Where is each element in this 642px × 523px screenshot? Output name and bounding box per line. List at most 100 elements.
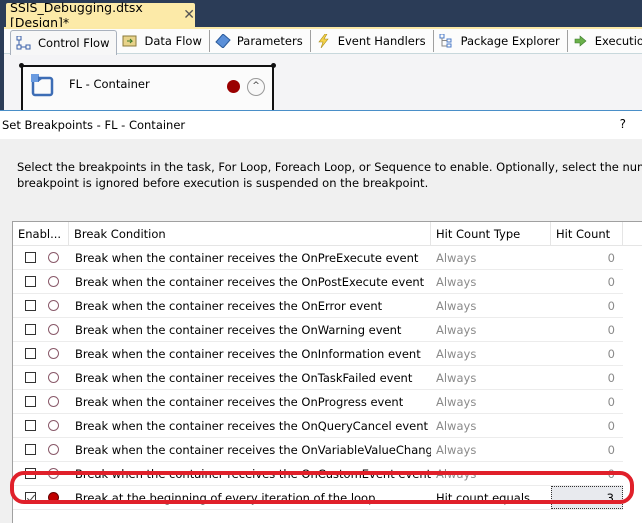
breakpoint-row[interactable]: Break when the container receives the On… [13,390,623,414]
hit-count-type-cell[interactable]: Always [431,462,551,485]
description-line: Select the breakpoints in the task, For … [17,160,642,174]
breakpoint-row[interactable]: Break when the container receives the On… [13,246,623,270]
tab-package-explorer[interactable]: Package Explorer [434,30,568,52]
break-condition-cell: Break when the container receives the On… [75,250,419,265]
hit-count-type-cell[interactable]: Always [431,294,551,317]
breakpoint-row[interactable]: Break when the container receives the On… [13,462,623,486]
column-header-break-condition[interactable]: Break Condition [69,222,431,245]
hit-count-cell[interactable]: 3 [551,486,623,509]
hit-count-type-cell[interactable]: Always [431,414,551,437]
hit-count-type-cell[interactable]: Always [431,270,551,293]
enabled-cell [13,366,69,389]
container-label: FL - Container [69,77,150,91]
enable-checkbox[interactable] [25,276,36,287]
break-condition-cell: Break when the container receives the On… [75,370,413,385]
tab-label: Data Flow [144,34,202,48]
column-header-enabled[interactable]: Enabl... [13,222,69,245]
hit-count-type-cell[interactable]: Always [431,246,551,269]
enable-checkbox[interactable] [25,348,36,359]
enabled-cell [13,270,69,293]
help-button[interactable]: ? [620,117,626,131]
document-tab-title: SSIS_Debugging.dtsx [Design]* [10,0,143,30]
tab-execution-results[interactable]: Execution Results [568,30,642,52]
hit-count-cell[interactable]: 0 [551,246,623,269]
break-condition-cell: Break when the container receives the On… [75,346,421,361]
break-condition-cell: Break when the container receives the On… [75,322,402,337]
break-condition-cell: Break when the container receives the On… [75,442,431,457]
breakpoint-row[interactable]: Break when the container receives the On… [13,342,623,366]
breakpoint-row[interactable]: Break when the container receives the On… [13,270,623,294]
enable-checkbox[interactable] [25,252,36,263]
collapse-icon[interactable]: ^ [247,78,265,96]
breakpoint-icon [48,324,59,335]
breakpoint-row[interactable]: Break when the container receives the On… [13,294,623,318]
tab-parameters[interactable]: Parameters [210,30,311,52]
grid-header: Enabl... Break Condition Hit Count Type … [13,222,642,246]
enabled-cell [13,318,69,341]
breakpoint-row[interactable]: Break when the container receives the On… [13,318,623,342]
hit-count-cell[interactable]: 0 [551,318,623,341]
design-surface: Control Flow Data Flow Parameters Event … [4,27,642,117]
hit-count-type-cell[interactable]: Always [431,390,551,413]
enabled-cell [13,246,69,269]
hit-count-cell[interactable]: 0 [551,438,623,461]
hit-count-cell[interactable]: 0 [551,270,623,293]
break-condition-cell: Break when the container receives the On… [75,466,431,481]
breakpoint-row[interactable]: Break when the container receives the On… [13,438,623,462]
hit-count-cell[interactable]: 0 [551,294,623,317]
hit-count-cell[interactable]: 0 [551,414,623,437]
breakpoint-icon [48,252,59,263]
enable-checkbox[interactable] [25,468,36,479]
tab-label: Package Explorer [460,34,560,48]
hit-count-type-cell[interactable]: Always [431,366,551,389]
hit-count-type-cell[interactable]: Hit count equals [431,486,551,509]
tab-label: Event Handlers [337,34,426,48]
package-explorer-icon [439,33,455,48]
document-tab[interactable]: SSIS_Debugging.dtsx [Design]* ✕ [6,0,195,30]
tab-event-handlers[interactable]: Event Handlers [311,30,434,52]
hit-count-cell[interactable]: 0 [551,462,623,485]
break-condition-cell: Break when the container receives the On… [75,418,429,433]
hit-count-cell[interactable]: 0 [551,390,623,413]
hit-count-cell[interactable]: 0 [551,342,623,365]
control-flow-icon [16,35,32,50]
breakpoint-row[interactable]: Break when the container receives the On… [13,366,623,390]
close-icon[interactable]: ✕ [183,7,195,23]
tab-control-flow[interactable]: Control Flow [10,29,118,55]
set-breakpoints-dialog: Set Breakpoints - FL - Container ? Selec… [0,110,642,523]
description-line: breakpoint is ignored before execution i… [17,176,429,190]
breakpoint-indicator-icon [227,80,240,93]
resize-handle[interactable] [271,63,276,68]
enable-checkbox[interactable] [25,492,36,503]
event-handlers-icon [316,33,332,49]
hit-count-type-cell[interactable]: Always [431,342,551,365]
hit-count-type-cell[interactable]: Always [431,438,551,461]
enabled-cell [13,462,69,485]
dialog-title-bar: Set Breakpoints - FL - Container ? [0,111,642,139]
enable-checkbox[interactable] [25,444,36,455]
column-header-hit-count-type[interactable]: Hit Count Type [431,222,551,245]
break-condition-cell: Break when the container receives the On… [75,274,425,289]
enable-checkbox[interactable] [25,324,36,335]
tab-data-flow[interactable]: Data Flow [117,30,210,52]
enable-checkbox[interactable] [25,420,36,431]
for-loop-icon [30,73,54,97]
tab-label: Execution Results [594,34,642,48]
enable-checkbox[interactable] [25,300,36,311]
hit-count-cell[interactable]: 0 [551,366,623,389]
break-condition-cell: Break when the container receives the On… [75,298,383,313]
ide-chrome: SSIS_Debugging.dtsx [Design]* ✕ Control … [0,0,642,117]
resize-handle[interactable] [19,63,24,68]
execution-results-icon [573,34,589,48]
column-header-hit-count[interactable]: Hit Count [551,222,623,245]
breakpoint-icon [48,348,59,359]
break-condition-cell: Break at the beginning of every iteratio… [75,490,376,505]
breakpoint-icon [48,396,59,407]
enabled-cell [13,438,69,461]
enable-checkbox[interactable] [25,396,36,407]
hit-count-type-cell[interactable]: Always [431,318,551,341]
breakpoint-row[interactable]: Break when the container receives the On… [13,414,623,438]
enable-checkbox[interactable] [25,372,36,383]
breakpoint-row[interactable]: Break at the beginning of every iteratio… [13,486,623,510]
designer-tab-bar: Control Flow Data Flow Parameters Event … [4,27,642,55]
